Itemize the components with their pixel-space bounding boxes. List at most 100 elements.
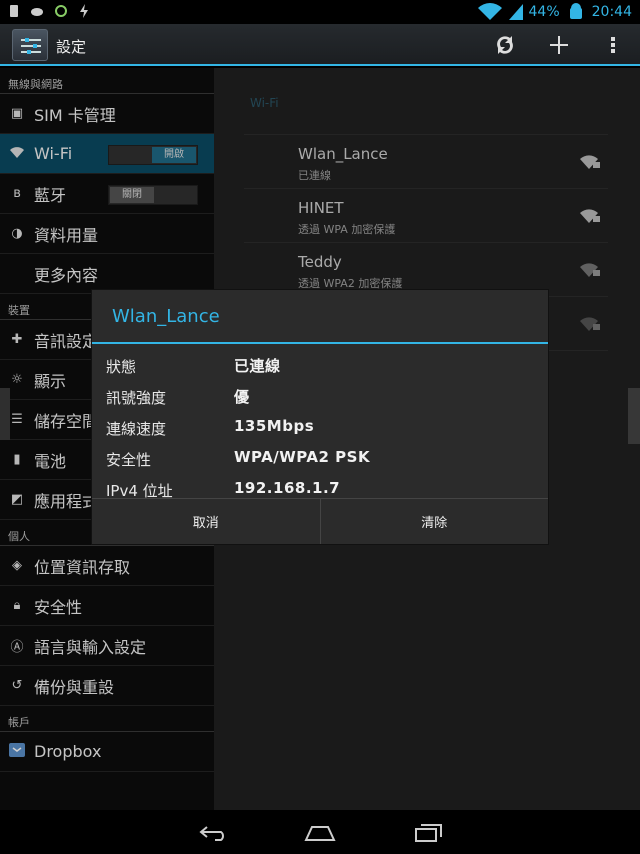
right-scrollbar[interactable]	[628, 388, 640, 444]
detail-value: 優	[234, 388, 250, 406]
wifi-lock-signal-icon	[580, 317, 600, 331]
power-icon	[55, 5, 67, 17]
network-name: Wlan_Lance	[298, 145, 388, 163]
cloud-icon	[31, 8, 43, 16]
network-name: HINET	[298, 199, 344, 217]
detail-value: 192.168.1.7	[234, 479, 341, 497]
wifi-section-header: Wi-Fi	[250, 96, 279, 110]
sidebar-item-label: 電池	[34, 451, 67, 471]
network-status: 已連線	[298, 169, 331, 182]
sidebar-item-data-usage[interactable]: ◑ 資料用量	[0, 214, 214, 254]
sidebar-item-label: 備份與重設	[34, 677, 115, 697]
cell-signal-icon	[508, 4, 523, 20]
sidebar-item-label: SIM 卡管理	[34, 105, 116, 125]
detail-key: 連線速度	[106, 420, 167, 438]
bluetooth-icon: ʙ	[13, 186, 21, 201]
detail-value: WPA/WPA2 PSK	[234, 448, 371, 466]
sidebar-item-language[interactable]: Ⓐ 語言與輸入設定	[0, 626, 214, 666]
home-icon	[304, 826, 336, 841]
section-header-accounts: 帳戶	[0, 706, 214, 732]
notification-icon	[10, 5, 18, 17]
clock: 20:44	[591, 4, 632, 20]
refresh-button[interactable]	[478, 24, 532, 66]
sidebar-item-label: 應用程式	[34, 491, 99, 511]
android-icon	[569, 3, 582, 19]
left-scrollbar[interactable]	[0, 388, 10, 440]
wifi-icon	[0, 146, 34, 162]
recents-button[interactable]	[398, 818, 458, 848]
action-bar: 設定	[0, 24, 640, 66]
sidebar-item-bluetooth[interactable]: ʙ 藍牙 關閉	[0, 174, 214, 214]
backup-icon: ↺	[11, 678, 23, 693]
add-icon	[550, 36, 568, 54]
detail-key: 訊號強度	[106, 389, 167, 407]
dropbox-icon	[0, 742, 34, 761]
dialog-title: Wlan_Lance	[92, 290, 548, 344]
overflow-icon	[611, 37, 615, 53]
wifi-network-item[interactable]: Teddy 透過 WPA2 加密保護	[244, 242, 608, 296]
data-usage-icon: ◑	[11, 226, 23, 241]
refresh-icon	[497, 36, 513, 54]
sidebar-item-label: 顯示	[34, 371, 67, 391]
detail-key: 安全性	[106, 451, 152, 469]
charging-icon	[80, 4, 88, 18]
wifi-signal-icon	[477, 3, 502, 21]
wifi-lock-signal-icon	[580, 263, 600, 277]
section-header-wireless: 無線與網路	[0, 68, 214, 94]
detail-row-security: 安全性 WPA/WPA2 PSK	[92, 443, 548, 474]
language-icon: Ⓐ	[10, 640, 24, 655]
sidebar-item-dropbox[interactable]: Dropbox	[0, 732, 214, 772]
detail-key: 狀態	[106, 358, 137, 376]
network-status: 透過 WPA2 加密保護	[298, 277, 403, 290]
bluetooth-toggle[interactable]: 關閉	[108, 185, 198, 205]
sidebar-item-label: 資料用量	[34, 225, 99, 245]
wifi-network-item[interactable]: Wlan_Lance 已連線	[244, 134, 608, 188]
settings-app-icon[interactable]	[12, 29, 48, 61]
add-network-button[interactable]	[532, 24, 586, 66]
cancel-button[interactable]: 取消	[92, 499, 320, 544]
toggle-label: 關閉	[110, 187, 154, 203]
toggle-label: 開啟	[152, 147, 196, 163]
wifi-lock-signal-icon	[580, 155, 600, 169]
battery-icon: ▮	[13, 452, 21, 467]
forget-button[interactable]: 清除	[319, 499, 549, 544]
status-bar: 44% 20:44	[0, 0, 640, 24]
network-status: 透過 WPA 加密保護	[298, 223, 396, 236]
sidebar-item-label: Wi-Fi	[34, 144, 73, 163]
sidebar-item-label: 音訊設定	[34, 331, 99, 351]
sidebar-item-more[interactable]: 更多內容	[0, 254, 214, 294]
back-icon	[199, 826, 224, 841]
sidebar-item-label: 藍牙	[34, 185, 67, 205]
dialog-body: 狀態 已連線 訊號強度 優 連線速度 135Mbps 安全性 WPA/WPA2 …	[92, 344, 548, 505]
dialog-button-bar: 取消 清除	[92, 498, 548, 544]
sidebar-item-label: 更多內容	[34, 265, 99, 285]
wifi-toggle[interactable]: 開啟	[108, 145, 198, 165]
sidebar-item-label: 安全性	[34, 597, 83, 617]
page-title: 設定	[56, 38, 87, 56]
sidebar-item-sim[interactable]: ▣ SIM 卡管理	[0, 94, 214, 134]
detail-value: 135Mbps	[234, 417, 315, 435]
home-button[interactable]	[290, 818, 350, 848]
sidebar-item-label: 位置資訊存取	[34, 557, 131, 577]
sidebar-item-label: Dropbox	[34, 742, 102, 761]
sound-icon: ✚	[11, 332, 23, 347]
location-icon: ◈	[12, 558, 22, 573]
network-details-dialog: Wlan_Lance 狀態 已連線 訊號強度 優 連線速度 135Mbps 安全…	[92, 290, 548, 544]
sidebar-item-location[interactable]: ◈ 位置資訊存取	[0, 546, 214, 586]
detail-row-status: 狀態 已連線	[92, 350, 548, 381]
overflow-menu-button[interactable]	[586, 24, 640, 66]
network-name: Teddy	[298, 253, 342, 271]
apps-icon: ◩	[10, 492, 24, 507]
sidebar-item-wifi[interactable]: Wi-Fi 開啟	[0, 134, 214, 174]
sidebar-item-label: 語言與輸入設定	[34, 637, 147, 657]
wifi-lock-signal-icon	[580, 209, 600, 223]
sidebar-item-security[interactable]: 🔒︎ 安全性	[0, 586, 214, 626]
sidebar-item-backup[interactable]: ↺ 備份與重設	[0, 666, 214, 706]
navigation-bar	[0, 810, 640, 854]
back-button[interactable]	[184, 818, 244, 848]
display-icon: ☼	[11, 372, 23, 387]
lock-icon: 🔒︎	[13, 598, 21, 613]
detail-row-signal: 訊號強度 優	[92, 381, 548, 412]
wifi-network-item[interactable]: HINET 透過 WPA 加密保護	[244, 188, 608, 242]
sidebar-item-label: 儲存空間	[34, 411, 99, 431]
